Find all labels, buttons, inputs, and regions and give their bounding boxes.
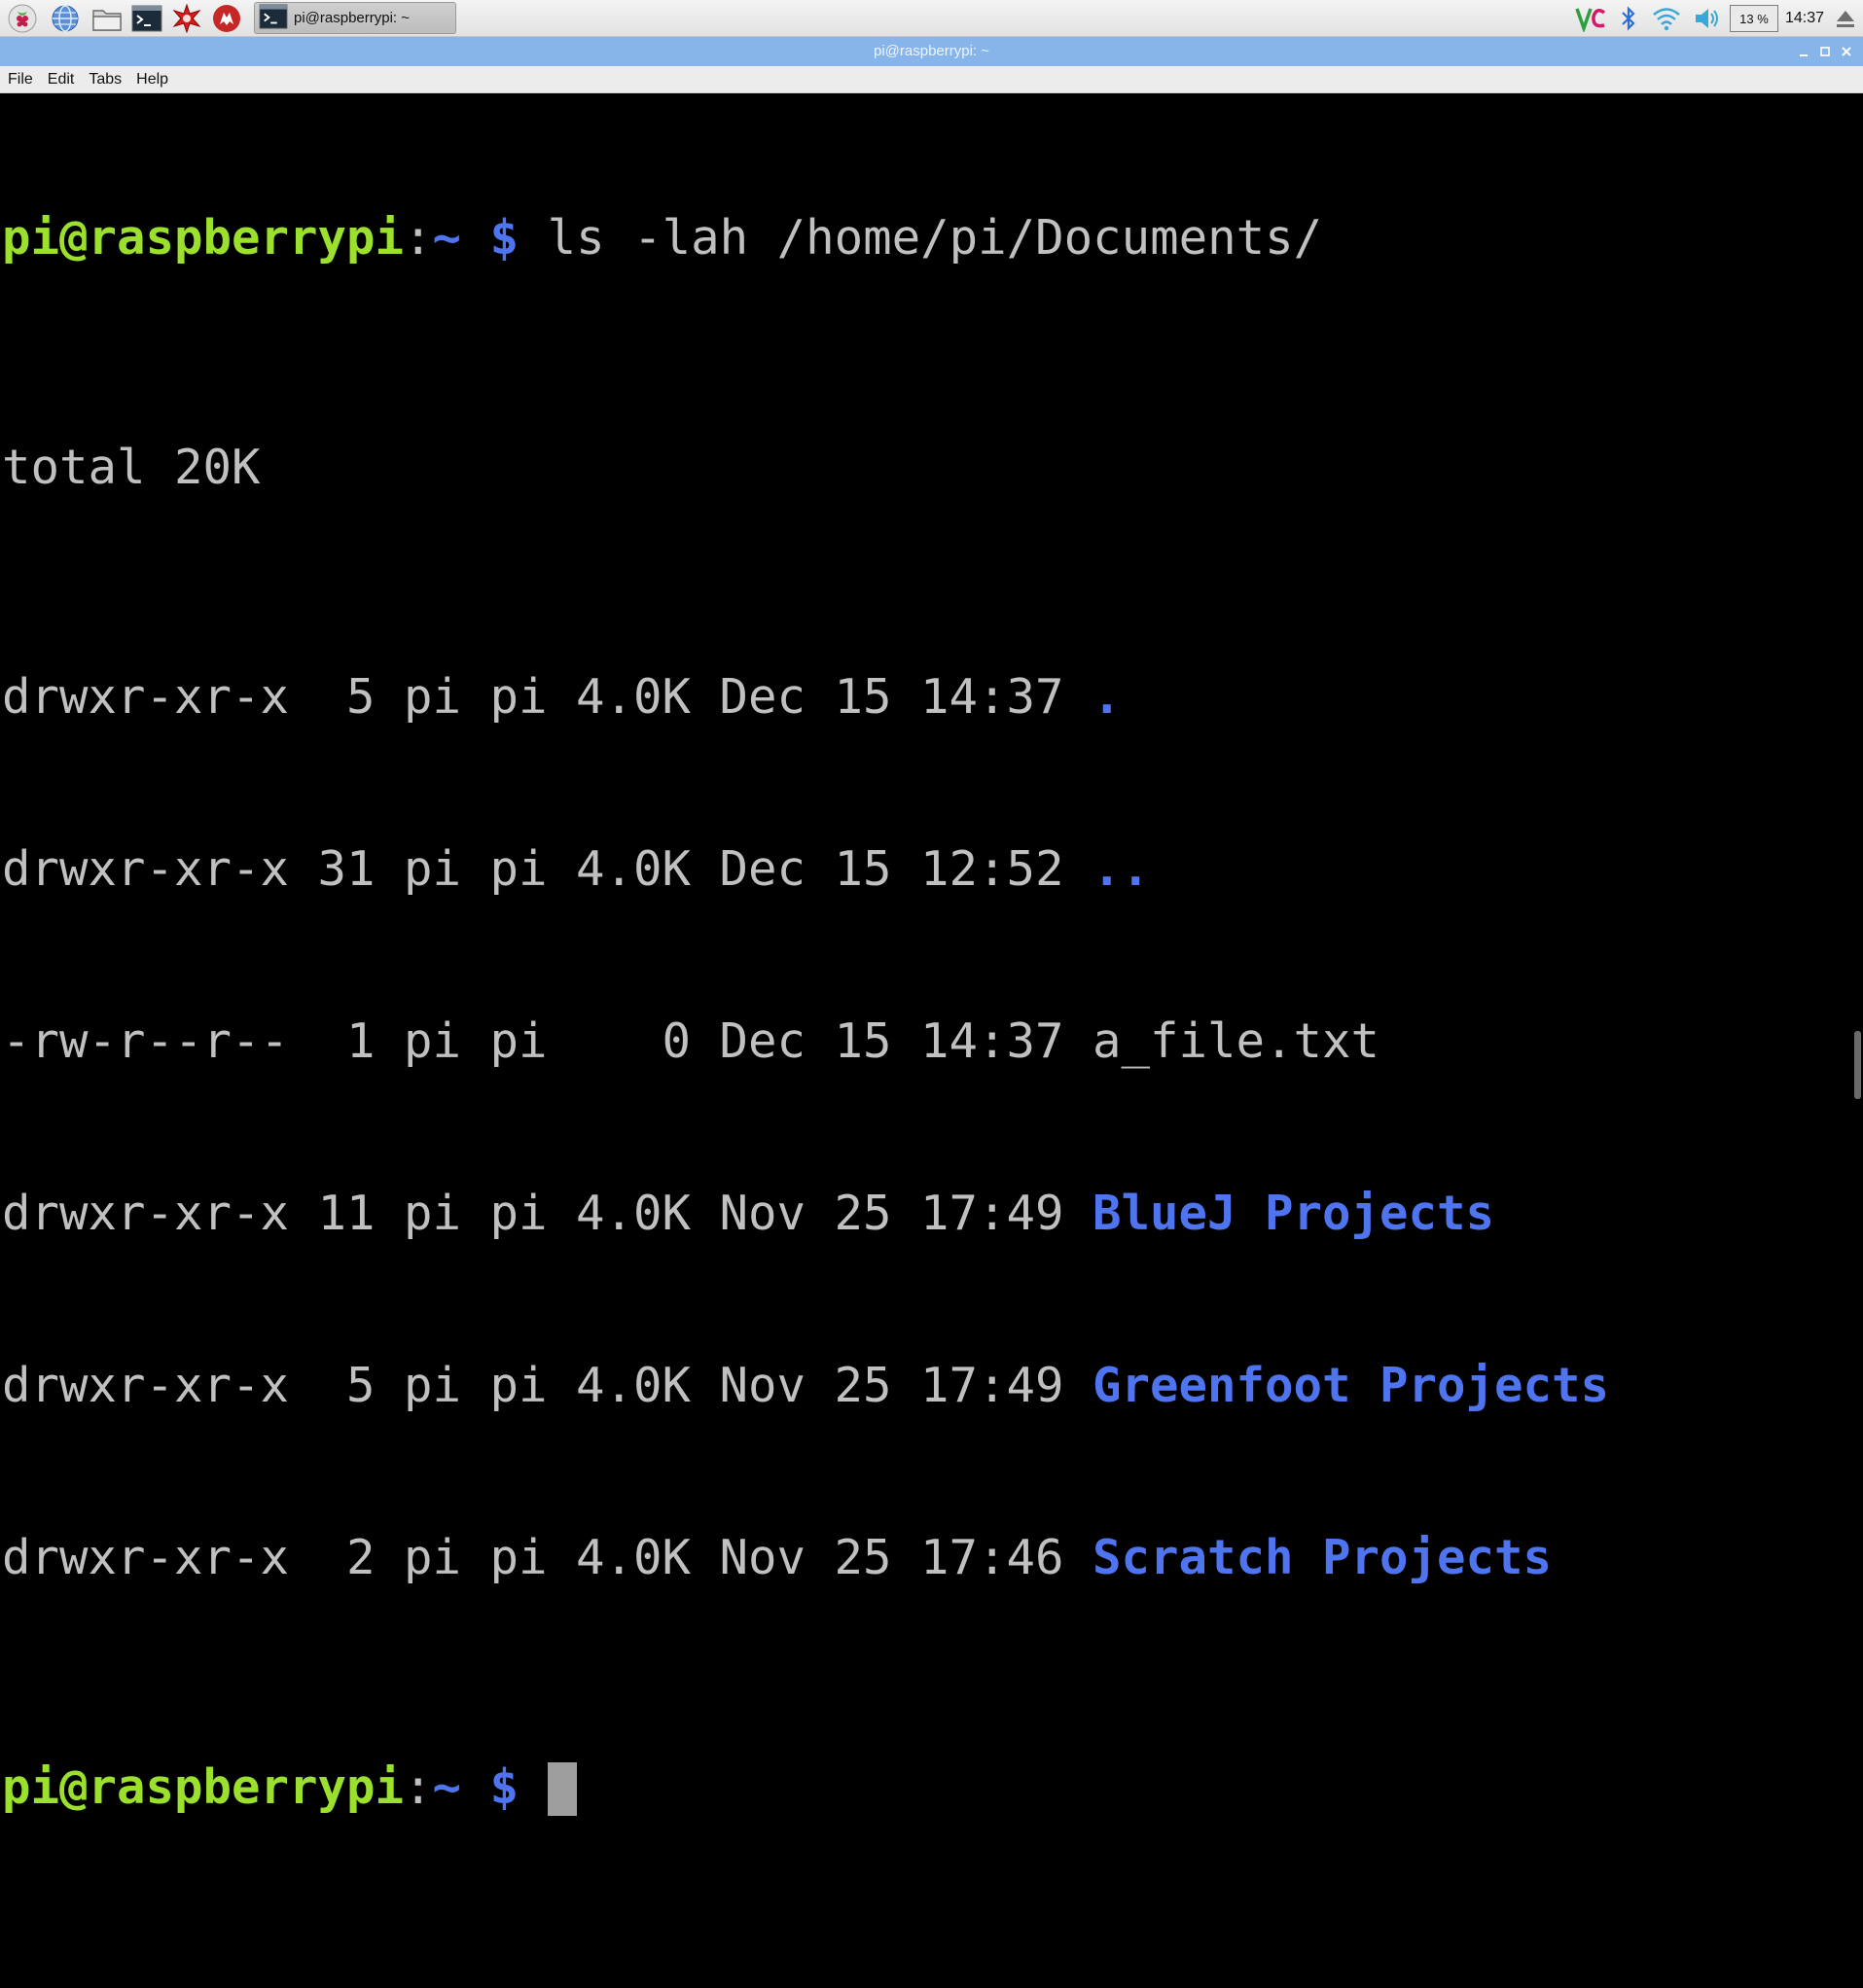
prompt-line: pi@raspberrypi:~ $ <box>0 1758 1863 1816</box>
cpu-usage-monitor[interactable]: 13 % <box>1730 5 1778 32</box>
terminal-icon[interactable] <box>130 2 163 35</box>
listing-row: -rw-r--r-- 1 pi pi 0 Dec 15 14:37 a_file… <box>0 1012 1863 1070</box>
taskbar-window-button[interactable]: pi@raspberrypi: ~ <box>254 2 456 34</box>
menu-bar: File Edit Tabs Help <box>0 66 1863 93</box>
listing-row: drwxr-xr-x 31 pi pi 4.0K Dec 15 12:52 .. <box>0 840 1863 898</box>
terminal-output[interactable]: pi@raspberrypi:~ $ ls -lah /home/pi/Docu… <box>0 94 1863 1816</box>
taskbar: pi@raspberrypi: ~ 13 % 14:37 <box>0 0 1863 37</box>
file-manager-icon[interactable] <box>90 2 124 35</box>
listing-meta: drwxr-xr-x 31 pi pi 4.0K Dec 15 12:52 <box>2 841 1093 897</box>
maximize-icon[interactable] <box>1817 44 1833 59</box>
taskbar-window-label: pi@raspberrypi: ~ <box>294 10 411 26</box>
command-text: ls -lah /home/pi/Documents/ <box>519 210 1323 266</box>
window-title-bar[interactable]: pi@raspberrypi: ~ <box>0 37 1863 66</box>
vnc-icon[interactable] <box>1575 2 1608 34</box>
listing-meta: drwxr-xr-x 5 pi pi 4.0K Nov 25 17:49 <box>2 1358 1093 1413</box>
total-line: total 20K <box>2 440 261 495</box>
cpu-usage-value: 13 % <box>1739 11 1769 26</box>
listing-row: drwxr-xr-x 5 pi pi 4.0K Nov 25 17:49 Gre… <box>0 1357 1863 1414</box>
terminal-icon <box>259 3 288 33</box>
listing-row: drwxr-xr-x 5 pi pi 4.0K Dec 15 14:37 . <box>0 668 1863 726</box>
command-line: pi@raspberrypi:~ $ ls -lah /home/pi/Docu… <box>0 209 1863 266</box>
web-browser-icon[interactable] <box>49 2 82 35</box>
listing-name: BlueJ Projects <box>1093 1186 1495 1241</box>
listing-meta: drwxr-xr-x 5 pi pi 4.0K Dec 15 14:37 <box>2 669 1093 725</box>
menu-file[interactable]: File <box>2 71 39 89</box>
listing-name: Scratch Projects <box>1093 1530 1553 1585</box>
close-icon[interactable] <box>1839 44 1854 59</box>
menu-tabs[interactable]: Tabs <box>83 71 127 89</box>
wolfram-icon[interactable] <box>210 2 243 35</box>
prompt-path: ~ <box>432 210 462 266</box>
prompt-colon: : <box>404 1759 433 1815</box>
listing-meta: drwxr-xr-x 11 pi pi 4.0K Nov 25 17:49 <box>2 1186 1093 1241</box>
listing-meta: drwxr-xr-x 2 pi pi 4.0K Nov 25 17:46 <box>2 1530 1093 1585</box>
bluetooth-icon[interactable] <box>1615 2 1642 34</box>
prompt-symbol: $ <box>461 210 519 266</box>
listing-meta: -rw-r--r-- 1 pi pi 0 Dec 15 14:37 <box>2 1013 1093 1069</box>
window-title: pi@raspberrypi: ~ <box>873 43 990 59</box>
listing-name: . <box>1093 669 1122 725</box>
prompt-path: ~ <box>432 1759 462 1815</box>
raspberry-menu-icon[interactable] <box>6 2 39 35</box>
listing-row: drwxr-xr-x 2 pi pi 4.0K Nov 25 17:46 Scr… <box>0 1529 1863 1586</box>
text-cursor <box>547 1762 577 1816</box>
clock[interactable]: 14:37 <box>1780 2 1829 34</box>
prompt-colon: : <box>404 210 433 266</box>
prompt-user: pi@raspberrypi <box>2 1759 405 1815</box>
volume-icon[interactable] <box>1691 2 1724 34</box>
listing-row: drwxr-xr-x 11 pi pi 4.0K Nov 25 17:49 Bl… <box>0 1185 1863 1242</box>
listing-name: .. <box>1093 841 1151 897</box>
eject-icon[interactable] <box>1831 2 1860 34</box>
wifi-icon[interactable] <box>1650 2 1683 34</box>
minimize-icon[interactable] <box>1796 44 1811 59</box>
menu-edit[interactable]: Edit <box>42 71 81 89</box>
menu-help[interactable]: Help <box>130 71 174 89</box>
listing-name: a_file.txt <box>1093 1013 1380 1069</box>
mathematica-icon[interactable] <box>170 2 203 35</box>
listing-name: Greenfoot Projects <box>1093 1358 1610 1413</box>
scrollbar[interactable] <box>1854 1031 1861 1099</box>
prompt-symbol: $ <box>461 1759 519 1815</box>
prompt-user: pi@raspberrypi <box>2 210 405 266</box>
